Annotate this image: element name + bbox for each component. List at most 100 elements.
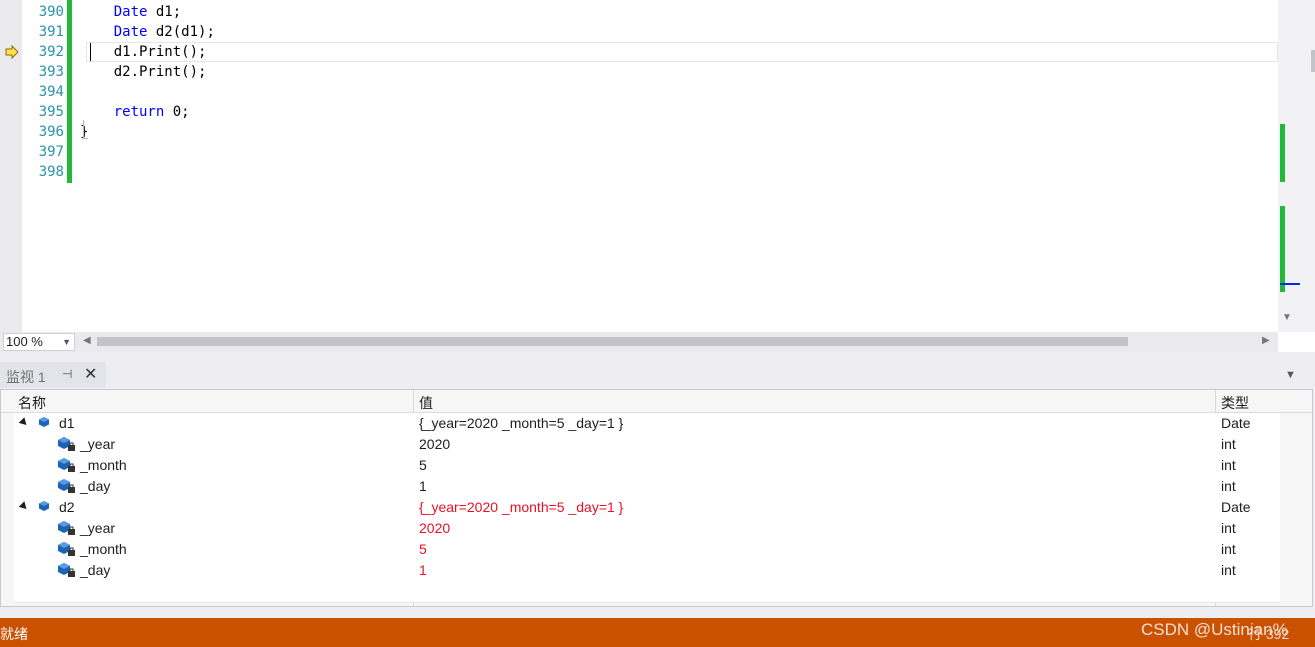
code-line[interactable]: Date d2(d1); [80,22,1278,42]
watch-row[interactable]: _month 5 int [14,455,1280,477]
scroll-left-arrow-icon[interactable]: ◀ [83,335,91,346]
line-number: 397 [38,144,64,160]
line-numbers: 390 391 392 393 394 395 396 397 398 [22,2,64,182]
vertical-scroll-thumb[interactable] [1311,50,1315,72]
line-number: 392 [38,44,64,60]
editor-bottom-bar: 100 % ▼ ◀ ▶ [0,332,1278,352]
watch-row[interactable]: _month 5 int [14,539,1280,561]
object-cube-icon [39,501,49,511]
ruler-change-mark [1280,124,1285,182]
expand-triangle-icon[interactable] [18,417,30,428]
line-number: 395 [38,104,64,120]
zoom-dropdown[interactable]: 100 % ▼ [3,333,75,351]
watch-row[interactable]: d1 {_year=2020 _month=5 _day=1 } Date [14,413,1280,435]
watch-row[interactable]: _year 2020 int [14,518,1280,540]
watch-add-row[interactable] [14,581,1280,603]
close-icon[interactable]: ✕ [84,364,97,384]
scroll-right-arrow-icon[interactable]: ▶ [1262,335,1270,346]
ruler-caret-mark [1280,283,1300,285]
fold-guide-end [83,138,88,139]
code-text: d2.Print(); [113,64,207,80]
watch-row[interactable]: _day 1 int [14,476,1280,498]
watch-tab-title: 监视 1 [6,369,46,385]
private-field-icon [58,437,75,451]
watch-row[interactable]: d2 {_year=2020 _month=5 _day=1 } Date [14,497,1280,519]
code-line[interactable] [80,162,1278,182]
watch-name: _month [80,541,127,557]
line-number: 398 [38,164,64,180]
chevron-down-icon[interactable]: ▼ [62,334,71,350]
private-field-icon [58,521,75,535]
pin-icon[interactable]: ⊣ [62,367,72,381]
expand-triangle-icon[interactable] [18,501,30,512]
watch-row[interactable]: _day 1 int [14,560,1280,582]
private-field-icon [58,542,75,556]
code-line[interactable]: return 0; [80,102,1278,122]
watch-type: int [1221,457,1236,473]
code-line[interactable]: d2.Print(); [80,62,1278,82]
change-tracking-bar [67,0,72,183]
overview-ruler[interactable]: ▼ [1278,0,1315,332]
code-text: d2(d1); [147,24,215,40]
glyph-margin[interactable] [0,0,22,332]
watch-name: _month [80,457,127,473]
watch-type: int [1221,478,1236,494]
watch-type: int [1221,520,1236,536]
watch-row[interactable]: _year 2020 int [14,434,1280,456]
watch-type: Date [1221,499,1251,515]
code-area[interactable]: Date d1; Date d2(d1); d1.Print(); d2.Pri… [80,2,1278,182]
code-line[interactable]: Date d1; [80,2,1278,22]
code-line[interactable]: } [80,120,1278,142]
watch-type: Date [1221,415,1251,431]
horizontal-scroll-thumb[interactable] [97,337,1128,346]
code-line[interactable] [80,142,1278,162]
watch-grid[interactable]: 名称 值 类型 d1 {_year=2020 _month=5 _day=1 }… [0,389,1313,607]
watch-name: d1 [59,415,75,431]
status-text: 就绪 [0,626,28,642]
code-line[interactable] [80,82,1278,102]
status-bar: 就绪 行 392 CSDN @Ustinian% [0,618,1315,647]
watch-type: int [1221,436,1236,452]
watch-value[interactable]: 2020 [419,436,450,452]
line-number: 396 [38,124,64,140]
keyword: Date [113,4,148,20]
column-header-name[interactable]: 名称 [18,393,46,413]
watch-tab[interactable]: 监视 1 ⊣ ✕ [0,362,106,388]
watch-name: _year [80,520,116,536]
watch-name: _year [80,436,116,452]
column-header-value[interactable]: 值 [419,393,433,413]
line-number: 393 [38,64,64,80]
watch-name: _day [80,478,111,494]
watch-value[interactable]: 1 [419,562,427,578]
line-number: 390 [38,4,64,20]
watch-value[interactable]: 5 [419,457,427,473]
current-line-highlight [86,42,1278,62]
line-number: 394 [38,84,64,100]
chevron-down-icon[interactable]: ▼ [1285,369,1296,381]
watch-panel: 监视 1 ⊣ ✕ ▼ 名称 值 类型 d1 {_year=2020 _month… [0,362,1315,618]
object-cube-icon [39,417,49,427]
watch-value[interactable]: {_year=2020 _month=5 _day=1 } [419,499,623,515]
watch-value[interactable]: {_year=2020 _month=5 _day=1 } [419,415,623,431]
scroll-down-arrow-icon[interactable]: ▼ [1282,312,1292,323]
keyword: return [113,104,165,120]
code-text: d1; [147,4,182,20]
text-caret [90,43,91,61]
zoom-value: 100 % [6,334,43,349]
watch-value[interactable]: 5 [419,541,427,557]
ruler-change-mark [1280,206,1285,292]
current-code-line[interactable]: d1.Print(); [80,42,1278,62]
keyword: Date [113,24,148,40]
watch-value[interactable]: 2020 [419,520,450,536]
watch-value[interactable]: 1 [419,478,427,494]
private-field-icon [58,479,75,493]
watch-type: int [1221,562,1236,578]
fold-guide [83,120,84,138]
code-editor[interactable]: 390 391 392 393 394 395 396 397 398 Date… [0,0,1315,352]
line-number: 391 [38,24,64,40]
column-header-type[interactable]: 类型 [1221,393,1249,413]
execution-pointer-icon [5,45,19,59]
watermark: CSDN @Ustinian% [1141,620,1288,639]
private-field-icon [58,563,75,577]
watch-name: d2 [59,499,75,515]
